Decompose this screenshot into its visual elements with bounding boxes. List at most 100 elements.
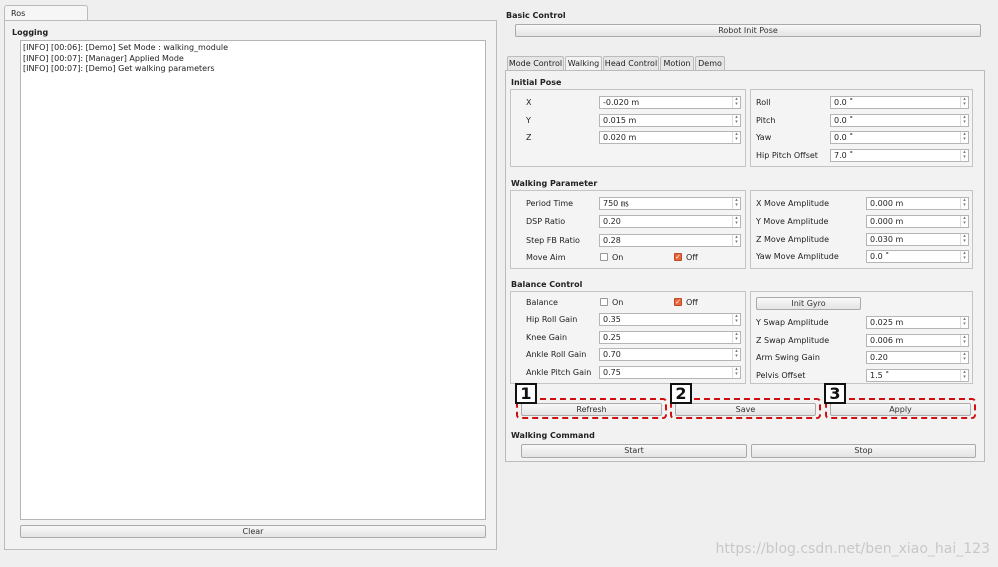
yaw-spinbox[interactable]: 0.0 ˚ ▴ ▾ <box>830 131 969 144</box>
spin-arrows-icon[interactable]: ▴ ▾ <box>960 150 968 161</box>
save-highlight-box <box>670 398 821 419</box>
spin-arrows-icon[interactable]: ▴ ▾ <box>732 115 740 126</box>
period-time-value: 750 ㎳ <box>603 199 629 208</box>
knee-gain-label: Knee Gain <box>526 333 568 342</box>
ankle-roll-gain-spinbox[interactable]: 0.70 ▴ ▾ <box>599 348 741 361</box>
pitch-spinbox[interactable]: 0.0 ˚ ▴ ▾ <box>830 114 969 127</box>
roll-label: Roll <box>756 98 771 107</box>
yaw-label: Yaw <box>756 133 772 142</box>
period-time-spinbox[interactable]: 750 ㎳ ▴ ▾ <box>599 197 741 210</box>
spin-arrows-icon[interactable]: ▴ ▾ <box>960 216 968 227</box>
tab-demo[interactable]: Demo <box>695 56 725 71</box>
tab-ros-communications[interactable]: Ros Communications <box>4 5 88 33</box>
arm-swing-gain-spinbox[interactable]: 0.20 ▴ ▾ <box>866 351 969 364</box>
spin-arrows-icon[interactable]: ▴ ▾ <box>732 198 740 209</box>
x-move-amplitude-value: 0.000 m <box>870 199 904 208</box>
x-label: X <box>526 98 532 107</box>
log-line: [INFO] [00:07]: [Manager] Applied Mode <box>23 53 184 63</box>
log-line: [INFO] [00:07]: [Demo] Get walking param… <box>23 64 215 73</box>
hip-roll-gain-label: Hip Roll Gain <box>526 315 578 324</box>
y-spinbox[interactable]: 0.015 m ▴ ▾ <box>599 114 741 127</box>
spin-arrows-icon[interactable]: ▴ ▾ <box>960 335 968 346</box>
hip-roll-gain-spinbox[interactable]: 0.35 ▴ ▾ <box>599 313 741 326</box>
yaw-move-amplitude-spinbox[interactable]: 0.0 ˚ ▴ ▾ <box>866 250 969 263</box>
period-time-label: Period Time <box>526 199 574 208</box>
yaw-value: 0.0 ˚ <box>834 133 854 142</box>
z-move-amplitude-value: 0.030 m <box>870 235 904 244</box>
balance-on-checkbox[interactable] <box>600 298 608 306</box>
robot-init-pose-button[interactable]: Robot Init Pose <box>515 24 981 37</box>
basic-control-title: Basic Control <box>506 11 566 20</box>
watermark: https://blog.csdn.net/ben_xiao_hai_123 <box>715 541 990 557</box>
log-list[interactable]: [INFO] [00:06]: [Demo] Set Mode : walkin… <box>20 40 486 520</box>
roll-spinbox[interactable]: 0.0 ˚ ▴ ▾ <box>830 96 969 109</box>
spin-arrows-icon[interactable]: ▴ ▾ <box>732 332 740 343</box>
hip-pitch-offset-label: Hip Pitch Offset <box>756 151 818 160</box>
z-label: Z <box>526 133 532 142</box>
tab-mode-control[interactable]: Mode Control <box>507 56 564 71</box>
tab-motion[interactable]: Motion <box>660 56 694 71</box>
spin-arrows-icon[interactable]: ▴ ▾ <box>960 317 968 328</box>
spin-arrows-icon[interactable]: ▴ ▾ <box>960 234 968 245</box>
knee-gain-value: 0.25 <box>603 333 621 342</box>
spin-arrows-icon[interactable]: ▴ ▾ <box>732 367 740 378</box>
x-value: -0.020 m <box>603 98 640 107</box>
step-fb-ratio-spinbox[interactable]: 0.28 ▴ ▾ <box>599 234 741 247</box>
marker-2: 2 <box>670 383 692 404</box>
init-gyro-button[interactable]: Init Gyro <box>756 297 861 310</box>
ankle-roll-gain-value: 0.70 <box>603 350 621 359</box>
spin-arrows-icon[interactable]: ▴ ▾ <box>960 198 968 209</box>
pelvis-offset-spinbox[interactable]: 1.5 ˚ ▴ ▾ <box>866 369 969 382</box>
x-move-amplitude-label: X Move Amplitude <box>756 199 830 208</box>
spin-arrows-icon[interactable]: ▴ ▾ <box>960 132 968 143</box>
spin-arrows-icon[interactable]: ▴ ▾ <box>960 370 968 381</box>
y-move-amplitude-label: Y Move Amplitude <box>756 217 829 226</box>
step-fb-ratio-value: 0.28 <box>603 236 621 245</box>
z-swap-amplitude-label: Z Swap Amplitude <box>756 336 830 345</box>
spin-arrows-icon[interactable]: ▴ ▾ <box>732 314 740 325</box>
pitch-label: Pitch <box>756 116 776 125</box>
dsp-ratio-spinbox[interactable]: 0.20 ▴ ▾ <box>599 215 741 228</box>
dsp-ratio-label: DSP Ratio <box>526 217 566 226</box>
apply-highlight-box <box>825 398 976 419</box>
z-swap-amplitude-value: 0.006 m <box>870 336 904 345</box>
stop-button[interactable]: Stop <box>751 444 976 458</box>
tab-head-control[interactable]: Head Control <box>603 56 659 71</box>
balance-off-checkbox[interactable]: ✓ <box>674 298 682 306</box>
z-spinbox[interactable]: 0.020 m ▴ ▾ <box>599 131 741 144</box>
arm-swing-gain-value: 0.20 <box>870 353 888 362</box>
move-aim-off-checkbox[interactable]: ✓ <box>674 253 682 261</box>
z-swap-amplitude-spinbox[interactable]: 0.006 m ▴ ▾ <box>866 334 969 347</box>
balance-off-label: Off <box>686 298 698 307</box>
spin-arrows-icon[interactable]: ▴ ▾ <box>960 251 968 262</box>
z-move-amplitude-spinbox[interactable]: 0.030 m ▴ ▾ <box>866 233 969 246</box>
spin-arrows-icon[interactable]: ▴ ▾ <box>732 132 740 143</box>
pelvis-offset-value: 1.5 ˚ <box>870 371 890 380</box>
spin-arrows-icon[interactable]: ▴ ▾ <box>960 352 968 363</box>
y-swap-amplitude-spinbox[interactable]: 0.025 m ▴ ▾ <box>866 316 969 329</box>
start-button[interactable]: Start <box>521 444 747 458</box>
spin-arrows-icon[interactable]: ▴ ▾ <box>732 216 740 227</box>
spin-arrows-icon[interactable]: ▴ ▾ <box>732 235 740 246</box>
hip-pitch-offset-value: 7.0 ˚ <box>834 151 854 160</box>
y-value: 0.015 m <box>603 116 637 125</box>
marker-3: 3 <box>824 383 846 404</box>
knee-gain-spinbox[interactable]: 0.25 ▴ ▾ <box>599 331 741 344</box>
x-spinbox[interactable]: -0.020 m ▴ ▾ <box>599 96 741 109</box>
move-aim-on-checkbox[interactable] <box>600 253 608 261</box>
x-move-amplitude-spinbox[interactable]: 0.000 m ▴ ▾ <box>866 197 969 210</box>
balance-label: Balance <box>526 298 558 307</box>
hip-roll-gain-value: 0.35 <box>603 315 621 324</box>
spin-arrows-icon[interactable]: ▴ ▾ <box>960 97 968 108</box>
ankle-pitch-gain-spinbox[interactable]: 0.75 ▴ ▾ <box>599 366 741 379</box>
y-move-amplitude-spinbox[interactable]: 0.000 m ▴ ▾ <box>866 215 969 228</box>
spin-arrows-icon[interactable]: ▴ ▾ <box>960 115 968 126</box>
clear-button[interactable]: Clear <box>20 525 486 538</box>
spin-arrows-icon[interactable]: ▴ ▾ <box>732 97 740 108</box>
ankle-pitch-gain-value: 0.75 <box>603 368 621 377</box>
pitch-value: 0.0 ˚ <box>834 116 854 125</box>
spin-arrows-icon[interactable]: ▴ ▾ <box>732 349 740 360</box>
walking-command-title: Walking Command <box>511 431 595 440</box>
hip-pitch-offset-spinbox[interactable]: 7.0 ˚ ▴ ▾ <box>830 149 969 162</box>
yaw-move-amplitude-label: Yaw Move Amplitude <box>756 252 839 261</box>
